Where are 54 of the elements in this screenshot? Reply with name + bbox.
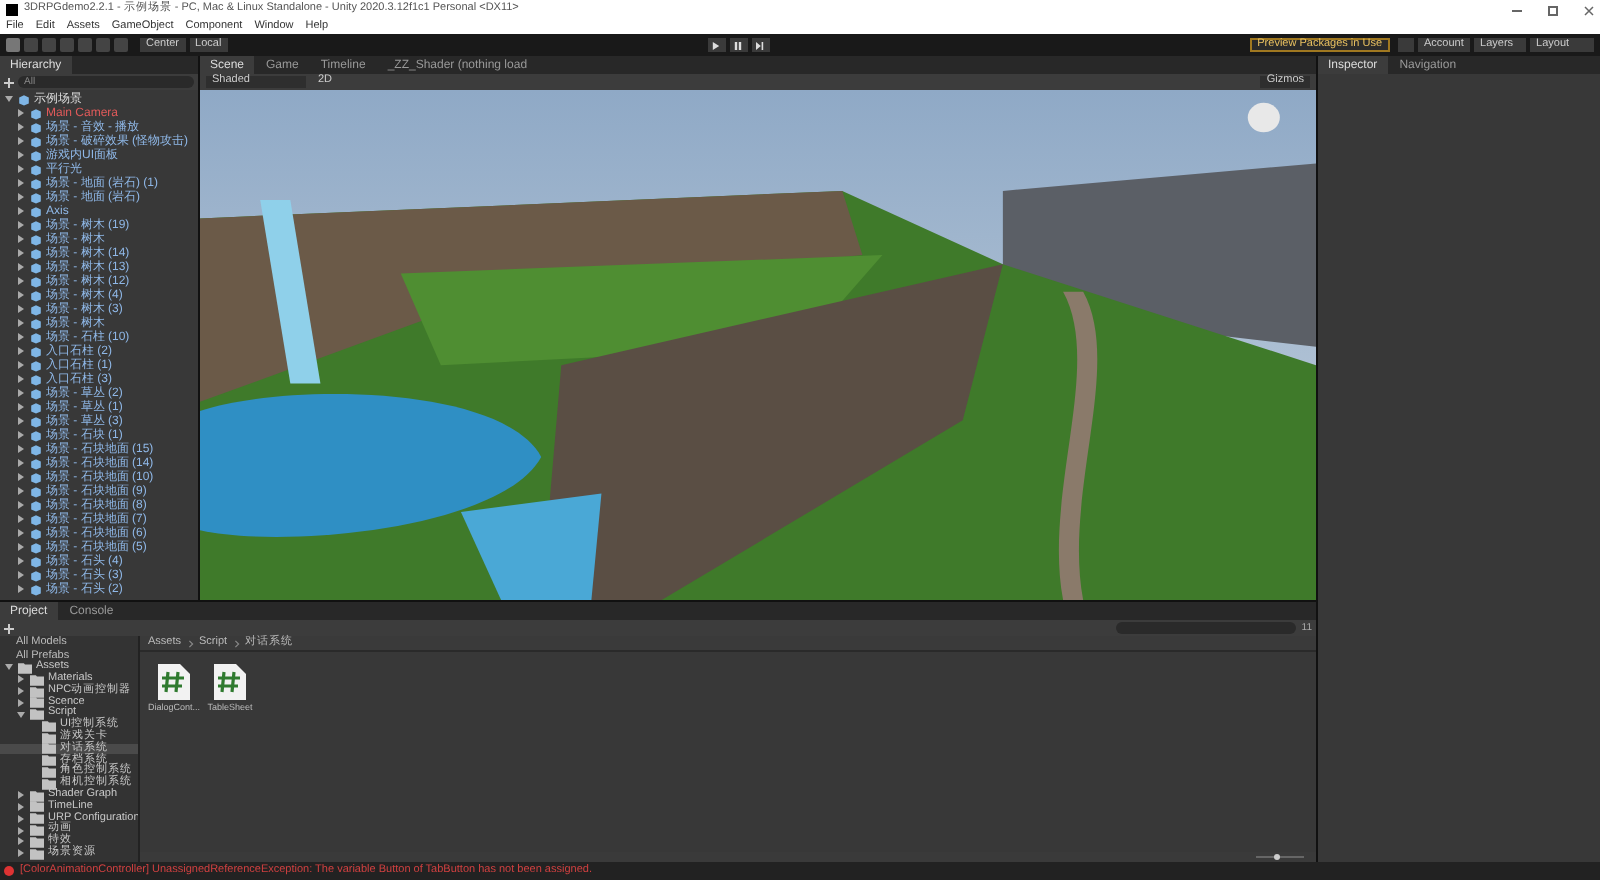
collapsed-arrow-icon[interactable] bbox=[16, 556, 26, 566]
collapsed-arrow-icon[interactable] bbox=[16, 234, 26, 244]
close-icon[interactable] bbox=[1584, 5, 1594, 15]
collapsed-arrow-icon[interactable] bbox=[16, 416, 26, 426]
collapsed-arrow-icon[interactable] bbox=[16, 374, 26, 384]
collapsed-arrow-icon[interactable] bbox=[16, 332, 26, 342]
collapsed-arrow-icon[interactable] bbox=[16, 262, 26, 272]
collapsed-arrow-icon[interactable] bbox=[16, 584, 26, 594]
expanded-arrow-icon[interactable] bbox=[4, 94, 14, 104]
collapsed-arrow-icon[interactable] bbox=[16, 276, 26, 286]
collapsed-arrow-icon[interactable] bbox=[16, 304, 26, 314]
pause-icon bbox=[734, 41, 743, 49]
collapsed-arrow-icon[interactable] bbox=[16, 220, 26, 230]
collapsed-arrow-icon[interactable] bbox=[16, 570, 26, 580]
collapsed-arrow-icon[interactable] bbox=[16, 388, 26, 398]
collapsed-arrow-icon[interactable] bbox=[16, 458, 26, 468]
collapsed-arrow-icon[interactable] bbox=[16, 346, 26, 356]
play-icon bbox=[712, 41, 721, 49]
collapsed-arrow-icon[interactable] bbox=[16, 318, 26, 328]
chevron-icon bbox=[187, 639, 194, 647]
collapsed-arrow-icon[interactable] bbox=[16, 514, 26, 524]
collapsed-arrow-icon[interactable] bbox=[16, 444, 26, 454]
step-button[interactable] bbox=[751, 38, 770, 52]
error-icon bbox=[4, 866, 14, 876]
chevron-icon bbox=[233, 639, 240, 647]
collapsed-arrow-icon[interactable] bbox=[16, 150, 26, 160]
collapsed-arrow-icon[interactable] bbox=[16, 108, 26, 118]
collapsed-arrow-icon[interactable] bbox=[16, 192, 26, 202]
minimize-icon[interactable] bbox=[1512, 9, 1522, 11]
script-file-icon[interactable] bbox=[158, 664, 190, 700]
collapsed-arrow-icon[interactable] bbox=[16, 430, 26, 440]
step-icon bbox=[756, 41, 765, 49]
collapsed-arrow-icon[interactable] bbox=[16, 528, 26, 538]
collapsed-arrow-icon[interactable] bbox=[16, 402, 26, 412]
collapsed-arrow-icon[interactable] bbox=[16, 136, 26, 146]
collapsed-arrow-icon[interactable] bbox=[16, 360, 26, 370]
collapsed-arrow-icon[interactable] bbox=[16, 122, 26, 132]
collapsed-arrow-icon[interactable] bbox=[16, 486, 26, 496]
collapsed-arrow-icon[interactable] bbox=[16, 542, 26, 552]
slider-thumb[interactable] bbox=[1274, 854, 1281, 860]
script-file-icon[interactable] bbox=[214, 664, 246, 700]
pause-button[interactable] bbox=[729, 38, 748, 52]
collapsed-arrow-icon[interactable] bbox=[16, 206, 26, 216]
collapsed-arrow-icon[interactable] bbox=[16, 500, 26, 510]
collapsed-arrow-icon[interactable] bbox=[16, 164, 26, 174]
collapsed-arrow-icon[interactable] bbox=[16, 290, 26, 300]
collapsed-arrow-icon[interactable] bbox=[16, 248, 26, 258]
expanded-arrow-icon[interactable] bbox=[4, 662, 14, 673]
add-icon[interactable] bbox=[4, 623, 14, 633]
play-button[interactable] bbox=[707, 38, 726, 52]
collapsed-arrow-icon[interactable] bbox=[16, 472, 26, 482]
add-icon[interactable] bbox=[4, 77, 14, 87]
collapsed-arrow-icon[interactable] bbox=[16, 178, 26, 188]
maximize-icon[interactable] bbox=[1548, 5, 1558, 15]
